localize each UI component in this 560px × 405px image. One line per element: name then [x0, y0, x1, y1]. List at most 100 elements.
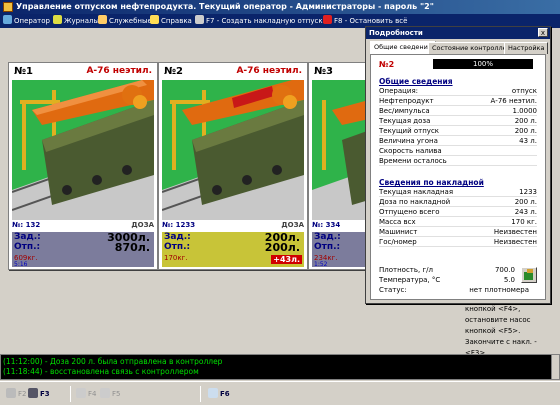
stop-icon: [100, 388, 110, 398]
tank-car-scene: [162, 80, 304, 220]
post-number: №2: [164, 66, 183, 77]
menu-journals-label: Журналы: [64, 17, 99, 25]
row-label: Гос/номер: [379, 238, 417, 246]
event-log[interactable]: (11:12:00) - Доза 200 л. была отправлена…: [0, 354, 560, 380]
hint-line: остановите насос: [465, 316, 531, 324]
tab-settings[interactable]: Настройка: [504, 42, 549, 54]
general-row: Времени осталось: [379, 157, 537, 166]
temperature-label: Температура, °С: [379, 276, 441, 284]
product-name: А-76 неэтил.: [86, 66, 152, 76]
invoice-number: №: 1233: [162, 221, 196, 229]
menu-help[interactable]: Справка: [150, 14, 192, 28]
loading-post-card-1[interactable]: №1 А-76 неэтил. №: 132 ДОЗА Зад.: 3000л.…: [8, 62, 158, 270]
invoice-row: Машинист Неизвестен: [379, 228, 537, 237]
f4-button[interactable]: F4: [76, 386, 96, 402]
search-icon: [208, 388, 218, 398]
post-number: №3: [314, 66, 333, 77]
card-header: №1 А-76 неэтил.: [12, 66, 154, 80]
f4-label: F4: [88, 390, 97, 398]
service-icon: [98, 15, 107, 24]
general-row: Скорость налива: [379, 147, 537, 156]
released-value: 200л.: [264, 241, 300, 254]
menu-stop-all-label: F8 - Остановить всё: [334, 17, 408, 25]
released-label: Отп.:: [314, 242, 341, 252]
released-value: 870л.: [114, 241, 150, 254]
menu-help-label: Справка: [161, 17, 192, 25]
calculator-icon: [524, 269, 533, 280]
invoice-row: Доза по накладной 200 л.: [379, 198, 537, 207]
general-row: Нефтепродукт А-76 неэтил.: [379, 97, 537, 106]
menu-service[interactable]: Служебные: [98, 14, 152, 28]
card-info-row: №: 1233 ДОЗА: [162, 221, 304, 231]
f3-label: F3: [40, 390, 50, 398]
row-value: отпуск: [511, 87, 537, 95]
row-label: Текущий отпуск: [379, 127, 440, 135]
row-label: Операция:: [379, 87, 419, 95]
post-number: №2: [379, 60, 395, 69]
loading-post-card-2[interactable]: №2 А-76 неэтил. №: 1233 ДОЗА Зад.: 200л.…: [158, 62, 308, 270]
f5-button[interactable]: F5: [100, 386, 120, 402]
status-label: Статус:: [379, 286, 407, 294]
menu-journals[interactable]: Журналы: [53, 14, 99, 28]
row-label: Вес/импульса: [379, 107, 430, 115]
density-calc-button[interactable]: [521, 267, 537, 283]
density-label: Плотность, г/л: [379, 266, 433, 274]
f2-button[interactable]: F2: [6, 386, 26, 402]
hint-line: кнопкой <F5>.: [465, 327, 521, 335]
app-icon: [3, 2, 13, 12]
hint-line: кнопкой <F4>,: [465, 305, 521, 313]
invoice-row: Масса всх 170 кг.: [379, 218, 537, 227]
row-value: 200 л.: [514, 127, 537, 135]
row-value: Неизвестен: [493, 238, 537, 246]
row-label: Текущая накладная: [379, 188, 454, 196]
card-info-row: №: 132 ДОЗА: [12, 221, 154, 231]
close-button[interactable]: x: [538, 28, 548, 37]
general-row: Операция: отпуск: [379, 87, 537, 96]
tab-general[interactable]: Общие сведения: [370, 41, 436, 55]
menu-create-invoice-label: F7 - Создать накладную отпуска: [206, 17, 327, 25]
status-row: Статус: нет плотномера: [379, 286, 529, 295]
card-header: №2 А-76 неэтил.: [162, 66, 304, 80]
details-dialog[interactable]: Подробности x Общие сведения Состояние к…: [365, 26, 551, 304]
row-label: Величина угона: [379, 137, 438, 145]
f3-button[interactable]: F3: [28, 386, 50, 402]
invoice-row: Текущая накладная 1233: [379, 188, 537, 197]
log-line: (11:18:44) - восстановлена связь с контр…: [3, 367, 199, 376]
general-row: Текущая доза 200 л.: [379, 117, 537, 126]
invoice-row: Отпущено всего 243 л.: [379, 208, 537, 217]
temperature-value: 5.0: [503, 276, 515, 284]
invoice-row: Гос/номер Неизвестен: [379, 238, 537, 247]
section-general-title: Общие сведения: [379, 77, 453, 86]
toolbar-separator: [200, 386, 201, 402]
row-value: 43 л.: [519, 137, 537, 145]
row-value: 1.0000: [512, 107, 538, 115]
row-value: А-76 неэтил.: [490, 97, 538, 105]
log-scrollbar[interactable]: [551, 355, 559, 379]
mode-label: ДОЗА: [131, 221, 154, 229]
f2-label: F2: [18, 390, 27, 398]
released-label: Отп.:: [14, 242, 41, 252]
menu-service-label: Служебные: [109, 17, 152, 25]
progress-label: 100%: [472, 60, 493, 68]
f5-label: F5: [112, 390, 121, 398]
operator-icon: [3, 15, 12, 24]
mass-value: 170кг.: [164, 254, 188, 262]
dialog-body: №2 100% Общие сведения Операция: отпуск Н…: [370, 54, 546, 300]
row-label: Времени осталось: [379, 157, 447, 165]
density-value: 700.0: [494, 266, 515, 274]
general-row: Текущий отпуск 200 л.: [379, 127, 537, 136]
help-icon: [150, 15, 159, 24]
product-name: А-76 неэтил.: [236, 66, 302, 76]
tank-car-illustration: [162, 80, 304, 220]
row-value: 200 л.: [514, 198, 537, 206]
row-value: 200 л.: [514, 117, 537, 125]
bottom-toolbar: F2 F3 F4 F5 F6: [0, 381, 560, 405]
set-label: Зад.:: [164, 232, 191, 242]
menu-operator[interactable]: Оператор: [3, 14, 50, 28]
trash-icon: [28, 388, 38, 398]
row-label: Текущая доза: [379, 117, 431, 125]
menu-create-invoice[interactable]: F7 - Создать накладную отпуска: [195, 14, 327, 28]
f6-button[interactable]: F6: [208, 386, 230, 402]
set-label: Зад.:: [14, 232, 41, 242]
row-label: Масса всх: [379, 218, 416, 226]
